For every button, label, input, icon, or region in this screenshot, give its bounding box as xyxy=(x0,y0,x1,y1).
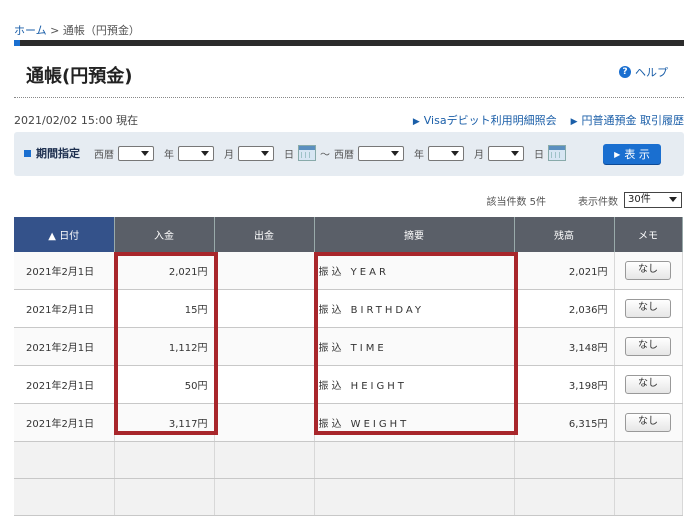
from-year-select[interactable] xyxy=(118,145,154,161)
cell-withdrawal xyxy=(214,252,315,290)
memo-button[interactable]: なし xyxy=(625,413,671,432)
show-button-label: 表 示 xyxy=(624,148,650,161)
column-header-deposit: 入金 xyxy=(114,217,215,252)
visa-debit-link[interactable]: ▶ Visaデビット利用明細照会 xyxy=(413,112,557,128)
link-arrow-icon: ▶ xyxy=(570,117,578,127)
cell-balance: 3,198円 xyxy=(514,365,615,404)
period-label: 期間指定 xyxy=(24,145,80,161)
display-count-label: 表示件数 xyxy=(578,196,618,208)
help-link[interactable]: ? ヘルプ xyxy=(619,64,668,80)
cell-withdrawal xyxy=(214,365,315,404)
cell-date: 2021年2月1日 xyxy=(14,289,115,328)
to-year-select[interactable] xyxy=(358,145,404,161)
cell-balance: 3,148円 xyxy=(514,327,615,366)
page-title: 通帳(円預金) xyxy=(26,66,133,87)
help-label: ヘルプ xyxy=(635,66,668,79)
sort-up-icon: ▲ xyxy=(48,231,56,242)
show-button[interactable]: ▶ 表 示 xyxy=(603,144,661,164)
cell-memo: なし xyxy=(614,289,683,328)
header-divider-bar xyxy=(14,40,684,46)
column-header-date-label: 日付 xyxy=(59,231,80,242)
cell-date: 2021年2月1日 xyxy=(14,403,115,442)
header-divider-accent xyxy=(14,40,20,46)
cell-date: 2021年2月1日 xyxy=(14,327,115,366)
cell-date: 2021年2月1日 xyxy=(14,252,115,290)
column-header-memo: メモ xyxy=(614,217,683,252)
cell-withdrawal xyxy=(214,403,315,442)
era-label-to: 西暦 xyxy=(334,149,354,161)
to-day-select[interactable] xyxy=(488,145,524,161)
day-label-from: 日 xyxy=(284,149,294,161)
cell-withdrawal xyxy=(214,289,315,328)
era-label-from: 西暦 xyxy=(94,149,114,161)
from-month-select[interactable] xyxy=(178,145,214,161)
count-line: 該当件数 5件 表示件数 30件 xyxy=(486,192,682,208)
memo-button[interactable]: なし xyxy=(625,261,671,280)
cell-balance: 2,021円 xyxy=(514,252,615,290)
range-tilde: ～ xyxy=(320,149,330,161)
visa-debit-link-label: Visaデビット利用明細照会 xyxy=(423,114,557,127)
matched-count: 該当件数 5件 xyxy=(486,196,546,208)
breadcrumb: ホーム > 通帳（円預金） xyxy=(14,22,140,38)
cell-balance: 6,315円 xyxy=(514,403,615,442)
period-label-text: 期間指定 xyxy=(36,147,80,160)
month-label-to: 月 xyxy=(474,149,484,161)
current-datetime: 2021/02/02 15:00 現在 xyxy=(14,114,139,127)
square-bullet-icon xyxy=(24,149,31,157)
deposit-column-highlight xyxy=(114,252,218,435)
breadcrumb-current: 通帳（円預金） xyxy=(62,24,140,37)
memo-button[interactable]: なし xyxy=(625,299,671,318)
history-link-label: 円普通預金 取引履歴 xyxy=(581,114,685,127)
help-icon: ? xyxy=(619,66,631,78)
cell-balance: 2,036円 xyxy=(514,289,615,328)
description-column-highlight xyxy=(314,252,518,435)
empty-row xyxy=(14,478,683,516)
day-label-to: 日 xyxy=(534,149,544,161)
memo-button[interactable]: なし xyxy=(625,337,671,356)
dotted-divider xyxy=(14,97,684,98)
table-header-row: ▲ 日付 入金 出金 摘要 残高 メモ xyxy=(14,217,683,252)
column-header-date[interactable]: ▲ 日付 xyxy=(14,217,115,252)
memo-button[interactable]: なし xyxy=(625,375,671,394)
link-arrow-icon: ▶ xyxy=(412,117,420,127)
empty-row xyxy=(14,441,683,479)
column-header-withdrawal: 出金 xyxy=(214,217,315,252)
cell-memo: なし xyxy=(614,252,683,290)
year-label-to: 年 xyxy=(414,149,424,161)
breadcrumb-separator: > xyxy=(50,24,60,37)
calendar-icon-from[interactable] xyxy=(298,145,316,161)
top-links: ▶ Visaデビット利用明細照会 ▶ 円普通預金 取引履歴 xyxy=(413,112,684,128)
month-label-from: 月 xyxy=(224,149,234,161)
cell-date: 2021年2月1日 xyxy=(14,365,115,404)
year-label-from: 年 xyxy=(164,149,174,161)
play-arrow-icon: ▶ xyxy=(614,149,621,159)
from-day-select[interactable] xyxy=(238,145,274,161)
cell-memo: なし xyxy=(614,365,683,404)
column-header-balance: 残高 xyxy=(514,217,615,252)
calendar-icon-to[interactable] xyxy=(548,145,566,161)
column-header-description: 摘要 xyxy=(314,217,515,252)
period-controls: 期間指定 西暦 年 月 日 ～ 西暦 年 月 日 xyxy=(24,145,566,161)
display-count-select[interactable]: 30件 xyxy=(624,192,682,208)
breadcrumb-home-link[interactable]: ホーム xyxy=(14,24,47,37)
cell-withdrawal xyxy=(214,327,315,366)
display-count-value: 30件 xyxy=(628,194,651,205)
cell-memo: なし xyxy=(614,327,683,366)
to-month-select[interactable] xyxy=(428,145,464,161)
cell-memo: なし xyxy=(614,403,683,442)
history-link[interactable]: ▶ 円普通預金 取引履歴 xyxy=(571,112,684,128)
